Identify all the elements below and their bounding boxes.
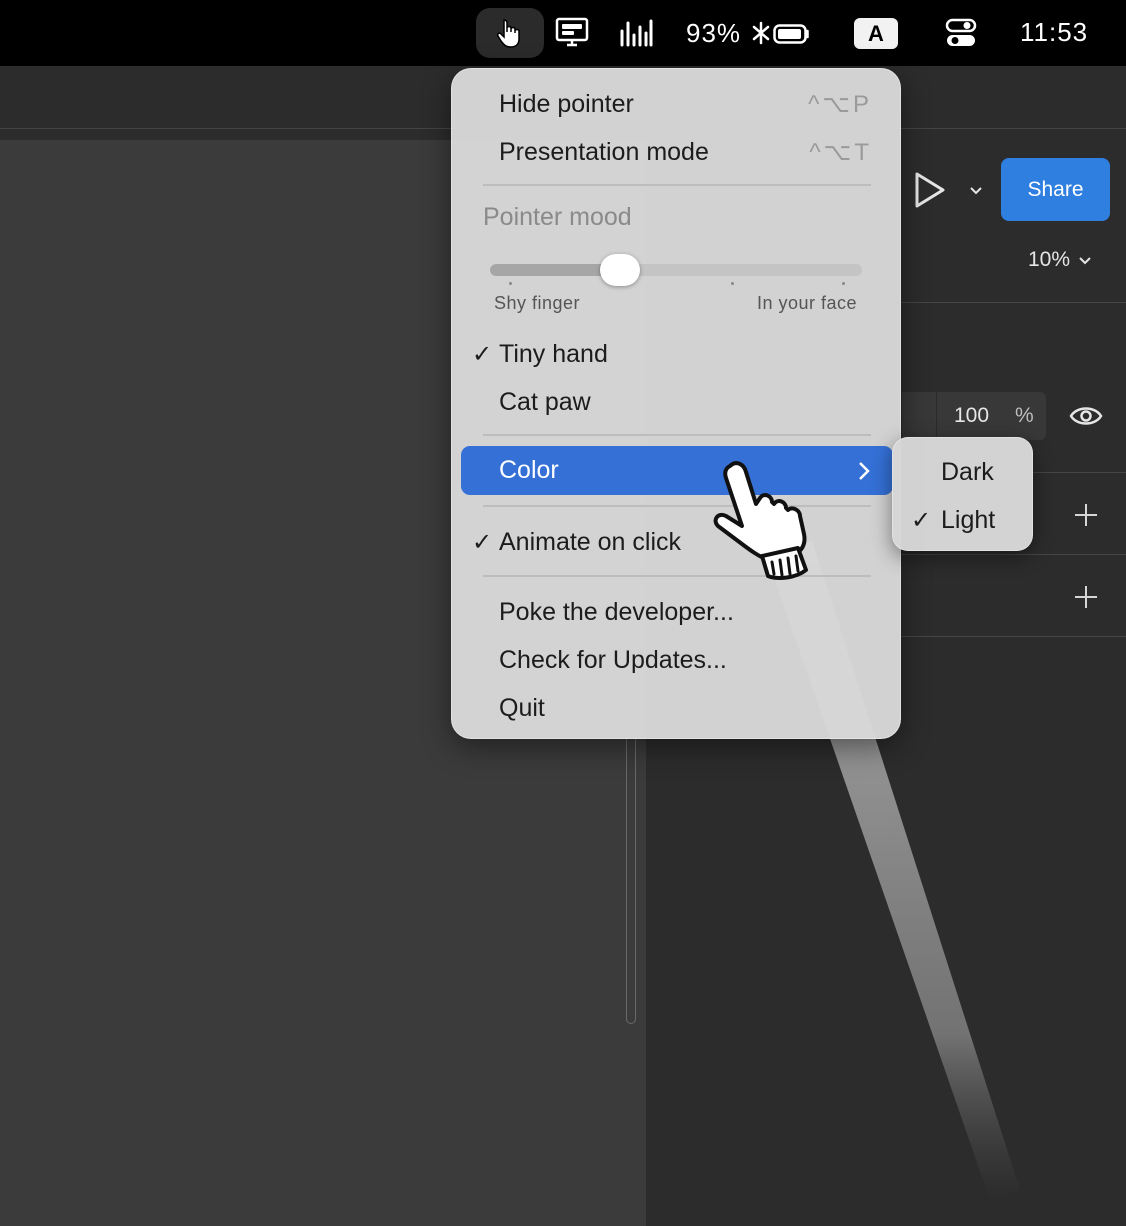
menu-bar: 93% A 11:53 xyxy=(0,0,1126,66)
checkmark-icon: ✓ xyxy=(472,529,493,556)
opacity-unit: % xyxy=(1015,404,1034,427)
panel-divider xyxy=(902,554,1126,555)
battery-percent: 93% xyxy=(686,17,742,48)
display-icon xyxy=(555,17,589,47)
checkmark-icon: ✓ xyxy=(472,341,493,368)
chevron-right-icon xyxy=(859,462,870,480)
pointer-app-menu: Hide pointer ^⌥P Presentation mode ^⌥T P… xyxy=(451,68,901,739)
slider-tick xyxy=(842,282,845,285)
chevron-down-icon[interactable] xyxy=(968,180,984,200)
panel-divider xyxy=(902,302,1126,303)
menu-item-quit[interactable]: Quit xyxy=(499,694,545,723)
pointer-app-menu-extra[interactable] xyxy=(476,8,544,58)
menu-separator xyxy=(483,184,871,186)
zoom-level: 10% xyxy=(1028,248,1071,271)
layer-opacity-field[interactable]: 100 % xyxy=(902,392,1046,440)
battery-icon xyxy=(773,24,809,44)
display-menu-extra[interactable] xyxy=(554,16,590,50)
bluetooth-menu-extra[interactable] xyxy=(750,18,772,48)
bluetooth-icon xyxy=(752,21,770,45)
play-icon[interactable] xyxy=(912,170,948,210)
menu-item-animate-on-click[interactable]: Animate on click xyxy=(499,528,681,557)
zoom-dropdown[interactable]: 10% xyxy=(1028,248,1092,272)
slider-max-label: In your face xyxy=(756,293,857,313)
share-button[interactable]: Share xyxy=(1001,158,1110,221)
pointer-mood-slider[interactable] xyxy=(490,264,862,276)
canvas-scrollbar[interactable] xyxy=(626,700,636,1024)
menu-separator xyxy=(483,434,871,436)
pointer-hand-icon xyxy=(497,19,520,48)
eye-icon[interactable] xyxy=(1068,402,1104,430)
tiny-hand-cursor-icon xyxy=(713,461,808,580)
color-submenu: Dark ✓ Light xyxy=(892,437,1033,551)
battery-menu-extra[interactable] xyxy=(772,20,812,48)
slider-tick xyxy=(731,282,734,285)
shortcut-presentation-mode: ^⌥T xyxy=(809,139,872,166)
menu-item-color-label: Color xyxy=(499,456,559,484)
menu-item-color[interactable]: Color xyxy=(461,446,893,495)
menu-item-check-updates[interactable]: Check for Updates... xyxy=(499,646,727,675)
checkmark-icon: ✓ xyxy=(911,507,932,534)
control-center-icon xyxy=(945,18,977,46)
menu-item-cat-paw[interactable]: Cat paw xyxy=(499,388,591,417)
pointer-mood-slider-thumb[interactable] xyxy=(600,254,641,286)
menu-bar-clock[interactable]: 11:53 xyxy=(1020,15,1088,49)
opacity-value[interactable]: 100 xyxy=(954,404,989,428)
slider-tick xyxy=(509,282,512,285)
submenu-item-light[interactable]: Light xyxy=(941,506,995,535)
plus-icon[interactable] xyxy=(1072,583,1100,611)
shortcut-hide-pointer: ^⌥P xyxy=(808,91,872,118)
menu-item-poke-developer[interactable]: Poke the developer... xyxy=(499,598,734,627)
menu-item-hide-pointer[interactable]: Hide pointer xyxy=(499,90,634,119)
input-source-menu-extra[interactable]: A xyxy=(854,18,898,49)
pointer-mood-label: Pointer mood xyxy=(483,203,632,231)
screen: Share 10% 100 % 93% A 11:53 Hide pointer… xyxy=(0,0,1126,1226)
chevron-down-icon xyxy=(1079,257,1091,265)
audio-bars-icon xyxy=(620,19,653,47)
menu-item-presentation-mode[interactable]: Presentation mode xyxy=(499,138,709,167)
panel-divider xyxy=(902,636,1126,637)
slider-min-label: Shy finger xyxy=(494,293,581,313)
menu-item-tiny-hand[interactable]: Tiny hand xyxy=(499,340,608,369)
audio-menu-extra[interactable] xyxy=(618,16,654,50)
submenu-item-dark[interactable]: Dark xyxy=(941,458,994,487)
control-center-menu-extra[interactable] xyxy=(944,16,978,50)
plus-icon[interactable] xyxy=(1072,501,1100,529)
field-divider xyxy=(936,392,937,440)
